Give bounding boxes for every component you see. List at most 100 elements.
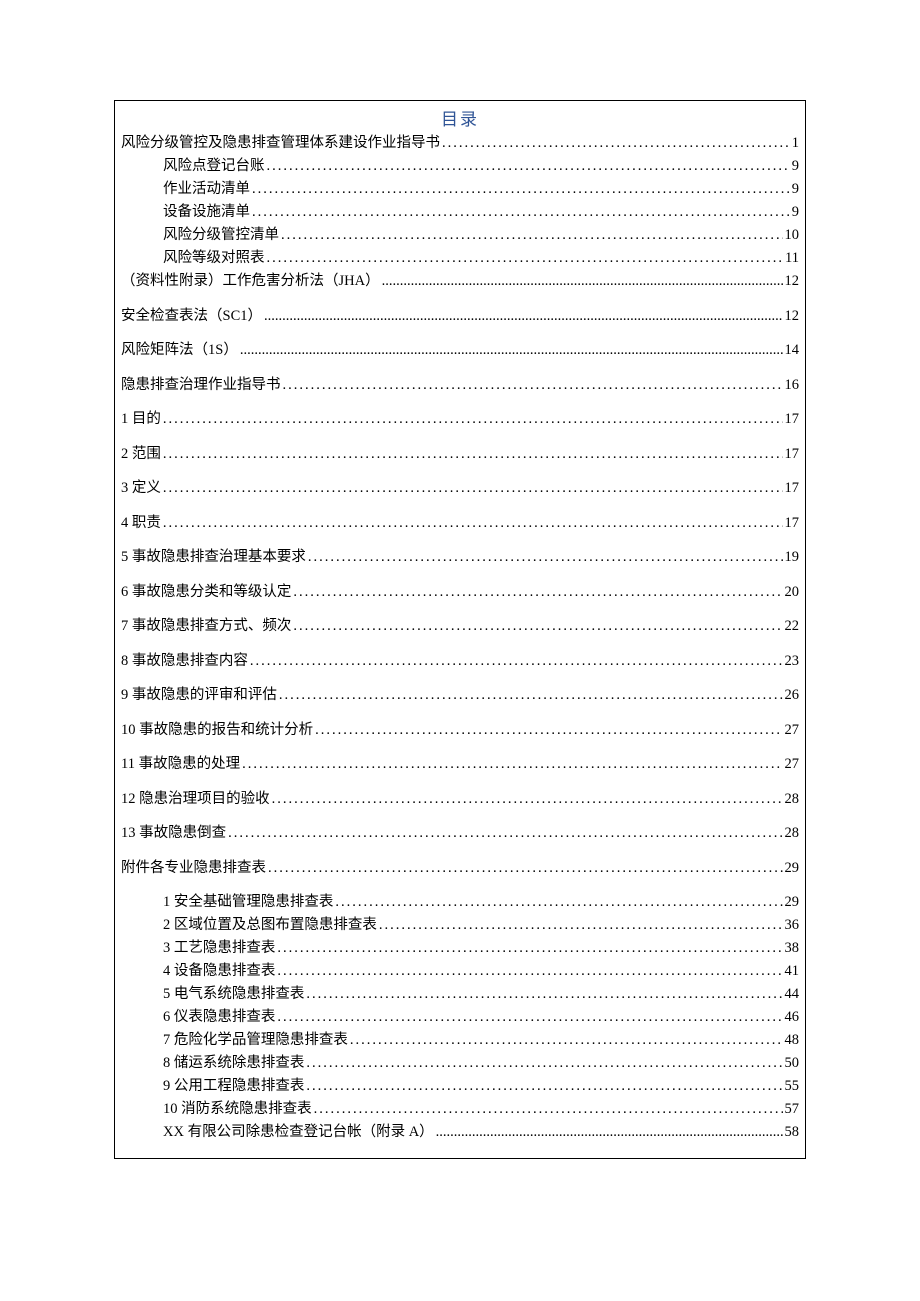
toc-entry-page: 27 xyxy=(783,723,800,738)
toc-leader-dots xyxy=(335,895,782,910)
toc-title: 目录 xyxy=(121,105,799,130)
toc-entry-page: 23 xyxy=(783,654,800,669)
toc-entry: 风险点登记台账 9 xyxy=(163,159,799,174)
toc-entry: 风险等级对照表 11 xyxy=(163,251,799,266)
toc-entry-label: 7 事故隐患排查方式、频次 xyxy=(121,619,293,634)
toc-entry-page: 11 xyxy=(783,251,799,266)
toc-entry-page: 9 xyxy=(790,205,799,220)
toc-entry-label: 6 仪表隐患排查表 xyxy=(163,1010,277,1025)
toc-entry-label: 安全检查表法（SC1） xyxy=(121,309,264,324)
toc-entry-page: 14 xyxy=(783,343,800,358)
toc-entry-label: 9 事故隐患的评审和评估 xyxy=(121,688,279,703)
toc-entry-label: 8 储运系统除患排查表 xyxy=(163,1056,306,1071)
toc-entry-page: 9 xyxy=(790,159,799,174)
toc-section-c: 1 安全基础管理隐患排查表29 2 区域位置及总图布置隐患排查表 36 3 工艺隐患排… xyxy=(121,895,799,1140)
toc-leader-dots xyxy=(436,1125,783,1140)
toc-entry-page: 28 xyxy=(783,826,800,841)
toc-entry: 13 事故隐患倒查 28 xyxy=(121,826,799,841)
toc-leader-dots xyxy=(163,516,783,531)
toc-entry-label: 风险分级管控及隐患排查管理体系建设作业指导书 xyxy=(121,136,442,151)
toc-entry: 1 安全基础管理隐患排查表29 xyxy=(163,895,799,910)
toc-section-b: （资料性附录）工作危害分析法（JHA）12 安全检查表法（SC1） 12 风险矩阵法（… xyxy=(121,274,799,875)
toc-entry-page: 44 xyxy=(783,987,800,1002)
toc-entry-label: 7 危险化学品管理隐患排查表 xyxy=(163,1033,350,1048)
toc-leader-dots xyxy=(350,1033,783,1048)
toc-entry-label: 5 电气系统隐患排查表 xyxy=(163,987,306,1002)
toc-leader-dots xyxy=(277,1010,782,1025)
toc-entry: （资料性附录）工作危害分析法（JHA）12 xyxy=(121,274,799,289)
toc-entry-label: 5 事故隐患排查治理基本要求 xyxy=(121,550,308,565)
toc-entry: 风险矩阵法（1S）14 xyxy=(121,343,799,358)
toc-entry: 4 设备隐患排查表41 xyxy=(163,964,799,979)
toc-entry-page: 38 xyxy=(783,941,800,956)
toc-entry-label: 作业活动清单 xyxy=(163,182,252,197)
toc-entry: 11 事故隐患的处理27 xyxy=(121,757,799,772)
toc-leader-dots xyxy=(277,964,782,979)
toc-leader-dots xyxy=(242,757,782,772)
toc-entry-page: 36 xyxy=(783,918,800,933)
toc-entry: 安全检查表法（SC1） 12 xyxy=(121,309,799,324)
toc-entry: 作业活动清单9 xyxy=(163,182,799,197)
toc-entry-page: 22 xyxy=(783,619,800,634)
toc-leader-dots xyxy=(163,447,783,462)
toc-leader-dots xyxy=(264,309,783,324)
toc-entry-label: 13 事故隐患倒查 xyxy=(121,826,228,841)
toc-entry-page: 17 xyxy=(783,447,800,462)
toc-leader-dots xyxy=(308,550,783,565)
toc-entry: 隐患排查治理作业指导书16 xyxy=(121,378,799,393)
toc-entry-label: 设备设施清单 xyxy=(163,205,252,220)
toc-entry-label: 1 目的 xyxy=(121,412,163,427)
toc-entry: 12 隐患治理项目的验收28 xyxy=(121,792,799,807)
toc-leader-dots xyxy=(281,228,783,243)
toc-leader-dots xyxy=(306,1056,782,1071)
toc-entry-page: 20 xyxy=(783,585,800,600)
toc-leader-dots xyxy=(306,987,782,1002)
toc-entry-page: 55 xyxy=(783,1079,800,1094)
toc-entry-page: 17 xyxy=(783,481,800,496)
toc-entry-label: 4 职责 xyxy=(121,516,163,531)
toc-entry-label: 10 事故隐患的报告和统计分析 xyxy=(121,723,315,738)
toc-entry-page: 12 xyxy=(783,274,800,289)
toc-section-a: 风险分级管控及隐患排查管理体系建设作业指导书1风险点登记台账9作业活动清单9设备… xyxy=(121,136,799,266)
toc-entry-page: 57 xyxy=(783,1102,800,1117)
toc-entry-label: 3 工艺隐患排查表 xyxy=(163,941,277,956)
toc-entry: 2 范围17 xyxy=(121,447,799,462)
toc-leader-dots xyxy=(382,274,783,289)
toc-leader-dots xyxy=(163,412,783,427)
toc-entry: 8 事故隐患排查内容23 xyxy=(121,654,799,669)
toc-entry-label: 风险点登记台账 xyxy=(163,159,267,174)
toc-entry-page: 29 xyxy=(783,861,800,876)
toc-entry: 8 储运系统除患排查表50 xyxy=(163,1056,799,1071)
toc-entry: 设备设施清单 9 xyxy=(163,205,799,220)
document-page: 目录 风险分级管控及隐患排查管理体系建设作业指导书1风险点登记台账9作业活动清单… xyxy=(0,0,920,1301)
toc-leader-dots xyxy=(379,918,783,933)
toc-entry: 3 定义17 xyxy=(121,481,799,496)
toc-entry-page: 16 xyxy=(783,378,800,393)
toc-entry: 6 事故隐患分类和等级认定20 xyxy=(121,585,799,600)
toc-entry-label: 风险等级对照表 xyxy=(163,251,267,266)
toc-entry-page: 48 xyxy=(783,1033,800,1048)
toc-entry-label: 2 区域位置及总图布置隐患排查表 xyxy=(163,918,379,933)
toc-entry-page: 10 xyxy=(783,228,800,243)
toc-entry: XX 有限公司除患检查登记台帐（附录 A）58 xyxy=(163,1125,799,1140)
toc-leader-dots xyxy=(306,1079,782,1094)
toc-entry-label: 9 公用工程隐患排查表 xyxy=(163,1079,306,1094)
toc-leader-dots xyxy=(228,826,782,841)
toc-entry-page: 12 xyxy=(783,309,800,324)
toc-entry-page: 19 xyxy=(783,550,800,565)
toc-leader-dots xyxy=(442,136,790,151)
toc-leader-dots xyxy=(252,182,790,197)
toc-entry-page: 27 xyxy=(783,757,800,772)
toc-leader-dots xyxy=(267,159,790,174)
toc-entry: 10 事故隐患的报告和统计分析 27 xyxy=(121,723,799,738)
toc-entry-page: 46 xyxy=(783,1010,800,1025)
toc-leader-dots xyxy=(314,1102,783,1117)
toc-leader-dots xyxy=(250,654,783,669)
toc-entry: 1 目的17 xyxy=(121,412,799,427)
toc-leader-dots xyxy=(240,343,783,358)
toc-entry-page: 58 xyxy=(783,1125,800,1140)
toc-frame: 目录 风险分级管控及隐患排查管理体系建设作业指导书1风险点登记台账9作业活动清单… xyxy=(114,100,806,1159)
toc-leader-dots xyxy=(268,861,783,876)
toc-entry-page: 26 xyxy=(783,688,800,703)
toc-entry: 附件各专业隐患排查表29 xyxy=(121,861,799,876)
